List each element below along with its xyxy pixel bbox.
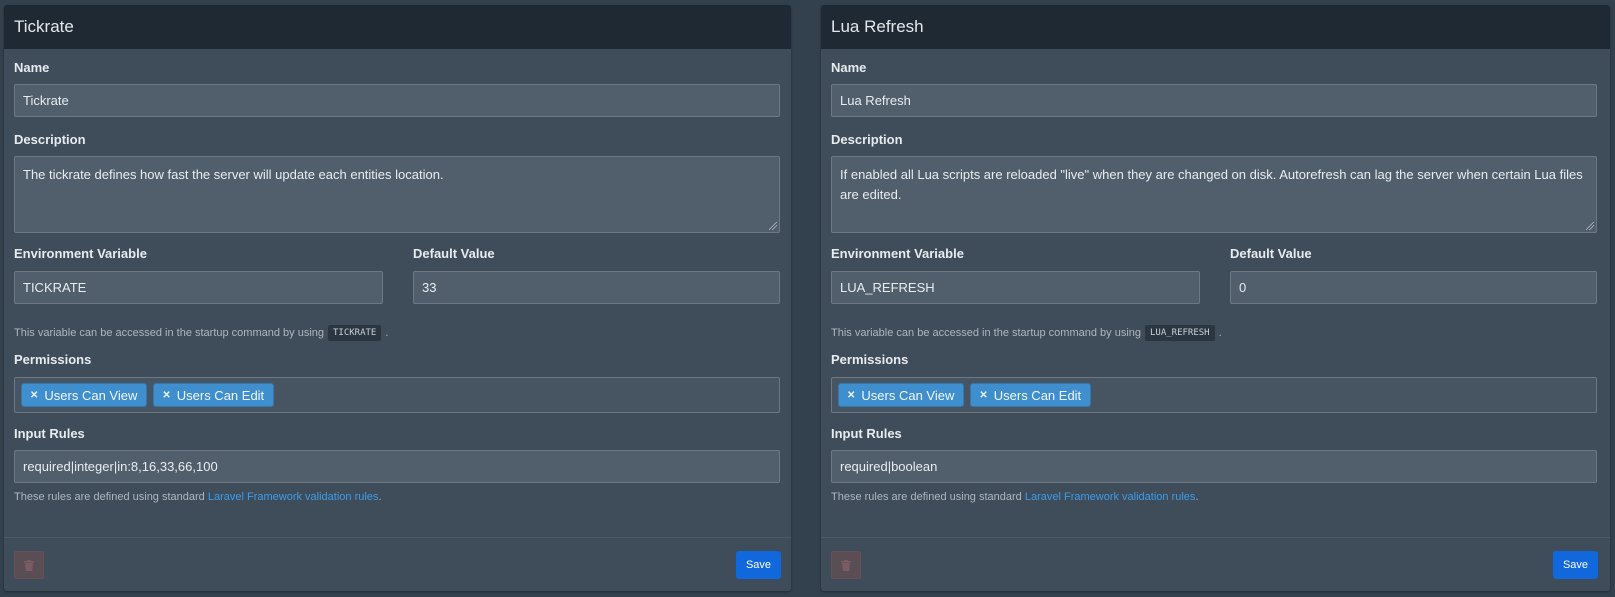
env-help-suffix: . (385, 327, 389, 339)
description-label: Description (831, 132, 903, 147)
input-rules-input[interactable]: required|boolean (831, 450, 1597, 483)
resize-grip-icon[interactable] (1586, 222, 1594, 230)
env-help-suffix: . (1218, 327, 1222, 339)
close-icon[interactable]: ✕ (162, 390, 170, 401)
name-label: Name (831, 60, 867, 75)
close-icon[interactable]: ✕ (847, 390, 855, 401)
description-text: The tickrate defines how fast the server… (23, 167, 444, 182)
environment-variable-label: Environment Variable (14, 246, 147, 261)
permission-tag-label: Users Can Edit (176, 387, 265, 403)
panel-title: Lua Refresh (831, 17, 924, 36)
environment-variable-label: Environment Variable (831, 246, 964, 261)
rules-help-suffix: . (1195, 491, 1199, 503)
save-button[interactable]: Save (736, 551, 781, 579)
permissions-label: Permissions (14, 352, 92, 367)
footer-divider (4, 537, 791, 538)
input-rules-input[interactable]: required|integer|in:8,16,33,66,100 (14, 450, 780, 483)
rules-help-text: These rules are defined using standard L… (14, 491, 382, 503)
rules-help-suffix: . (378, 491, 382, 503)
laravel-validation-link[interactable]: Laravel Framework validation rules (1025, 491, 1196, 503)
footer-divider (821, 537, 1610, 538)
panel-header: Lua Refresh (821, 5, 1610, 49)
permission-tag-edit[interactable]: ✕ Users Can Edit (153, 383, 275, 407)
environment-variable-input[interactable]: LUA_REFRESH (831, 271, 1200, 304)
description-textarea[interactable]: If enabled all Lua scripts are reloaded … (831, 156, 1597, 233)
description-textarea[interactable]: The tickrate defines how fast the server… (14, 156, 780, 233)
rules-help-prefix: These rules are defined using standard (831, 491, 1022, 503)
page: Tickrate Name Tickrate Description The t… (0, 0, 1615, 597)
permissions-select[interactable]: ✕ Users Can View ✕ Users Can Edit (831, 377, 1597, 413)
panel-header: Tickrate (4, 5, 791, 49)
name-label: Name (14, 60, 50, 75)
panel-title: Tickrate (14, 17, 74, 36)
env-help-text: This variable can be accessed in the sta… (14, 325, 388, 341)
environment-variable-input[interactable]: TICKRATE (14, 271, 383, 304)
env-variable-code: LUA_REFRESH (1145, 325, 1215, 341)
default-value-input[interactable]: 33 (413, 271, 780, 304)
permission-tag-label: Users Can View (861, 387, 955, 403)
env-variable-code: TICKRATE (328, 325, 382, 341)
input-rules-label: Input Rules (831, 426, 902, 441)
trash-icon (841, 559, 851, 571)
default-value-label: Default Value (413, 246, 495, 261)
permission-tag-edit[interactable]: ✕ Users Can Edit (970, 383, 1092, 407)
variable-panel-lua-refresh: Lua Refresh Name Lua Refresh Description… (821, 5, 1610, 591)
description-text: If enabled all Lua scripts are reloaded … (840, 167, 1583, 202)
save-button[interactable]: Save (1553, 551, 1598, 579)
permission-tag-view[interactable]: ✕ Users Can View (21, 383, 148, 407)
resize-grip-icon[interactable] (769, 222, 777, 230)
env-help-text: This variable can be accessed in the sta… (831, 325, 1222, 341)
variable-panel-tickrate: Tickrate Name Tickrate Description The t… (4, 5, 791, 591)
description-label: Description (14, 132, 86, 147)
default-value-input[interactable]: 0 (1230, 271, 1597, 304)
permissions-select[interactable]: ✕ Users Can View ✕ Users Can Edit (14, 377, 780, 413)
rules-help-prefix: These rules are defined using standard (14, 491, 205, 503)
default-value-label: Default Value (1230, 246, 1312, 261)
trash-icon (24, 559, 34, 571)
delete-button[interactable] (831, 551, 861, 579)
permission-tag-label: Users Can Edit (993, 387, 1082, 403)
laravel-validation-link[interactable]: Laravel Framework validation rules (208, 491, 379, 503)
permission-tag-label: Users Can View (44, 387, 138, 403)
delete-button[interactable] (14, 551, 44, 579)
name-input[interactable]: Tickrate (14, 84, 780, 117)
close-icon[interactable]: ✕ (979, 390, 987, 401)
env-help-prefix: This variable can be accessed in the sta… (14, 327, 324, 339)
rules-help-text: These rules are defined using standard L… (831, 491, 1199, 503)
name-input[interactable]: Lua Refresh (831, 84, 1597, 117)
close-icon[interactable]: ✕ (30, 390, 38, 401)
permissions-label: Permissions (831, 352, 909, 367)
permission-tag-view[interactable]: ✕ Users Can View (838, 383, 965, 407)
env-help-prefix: This variable can be accessed in the sta… (831, 327, 1141, 339)
input-rules-label: Input Rules (14, 426, 85, 441)
